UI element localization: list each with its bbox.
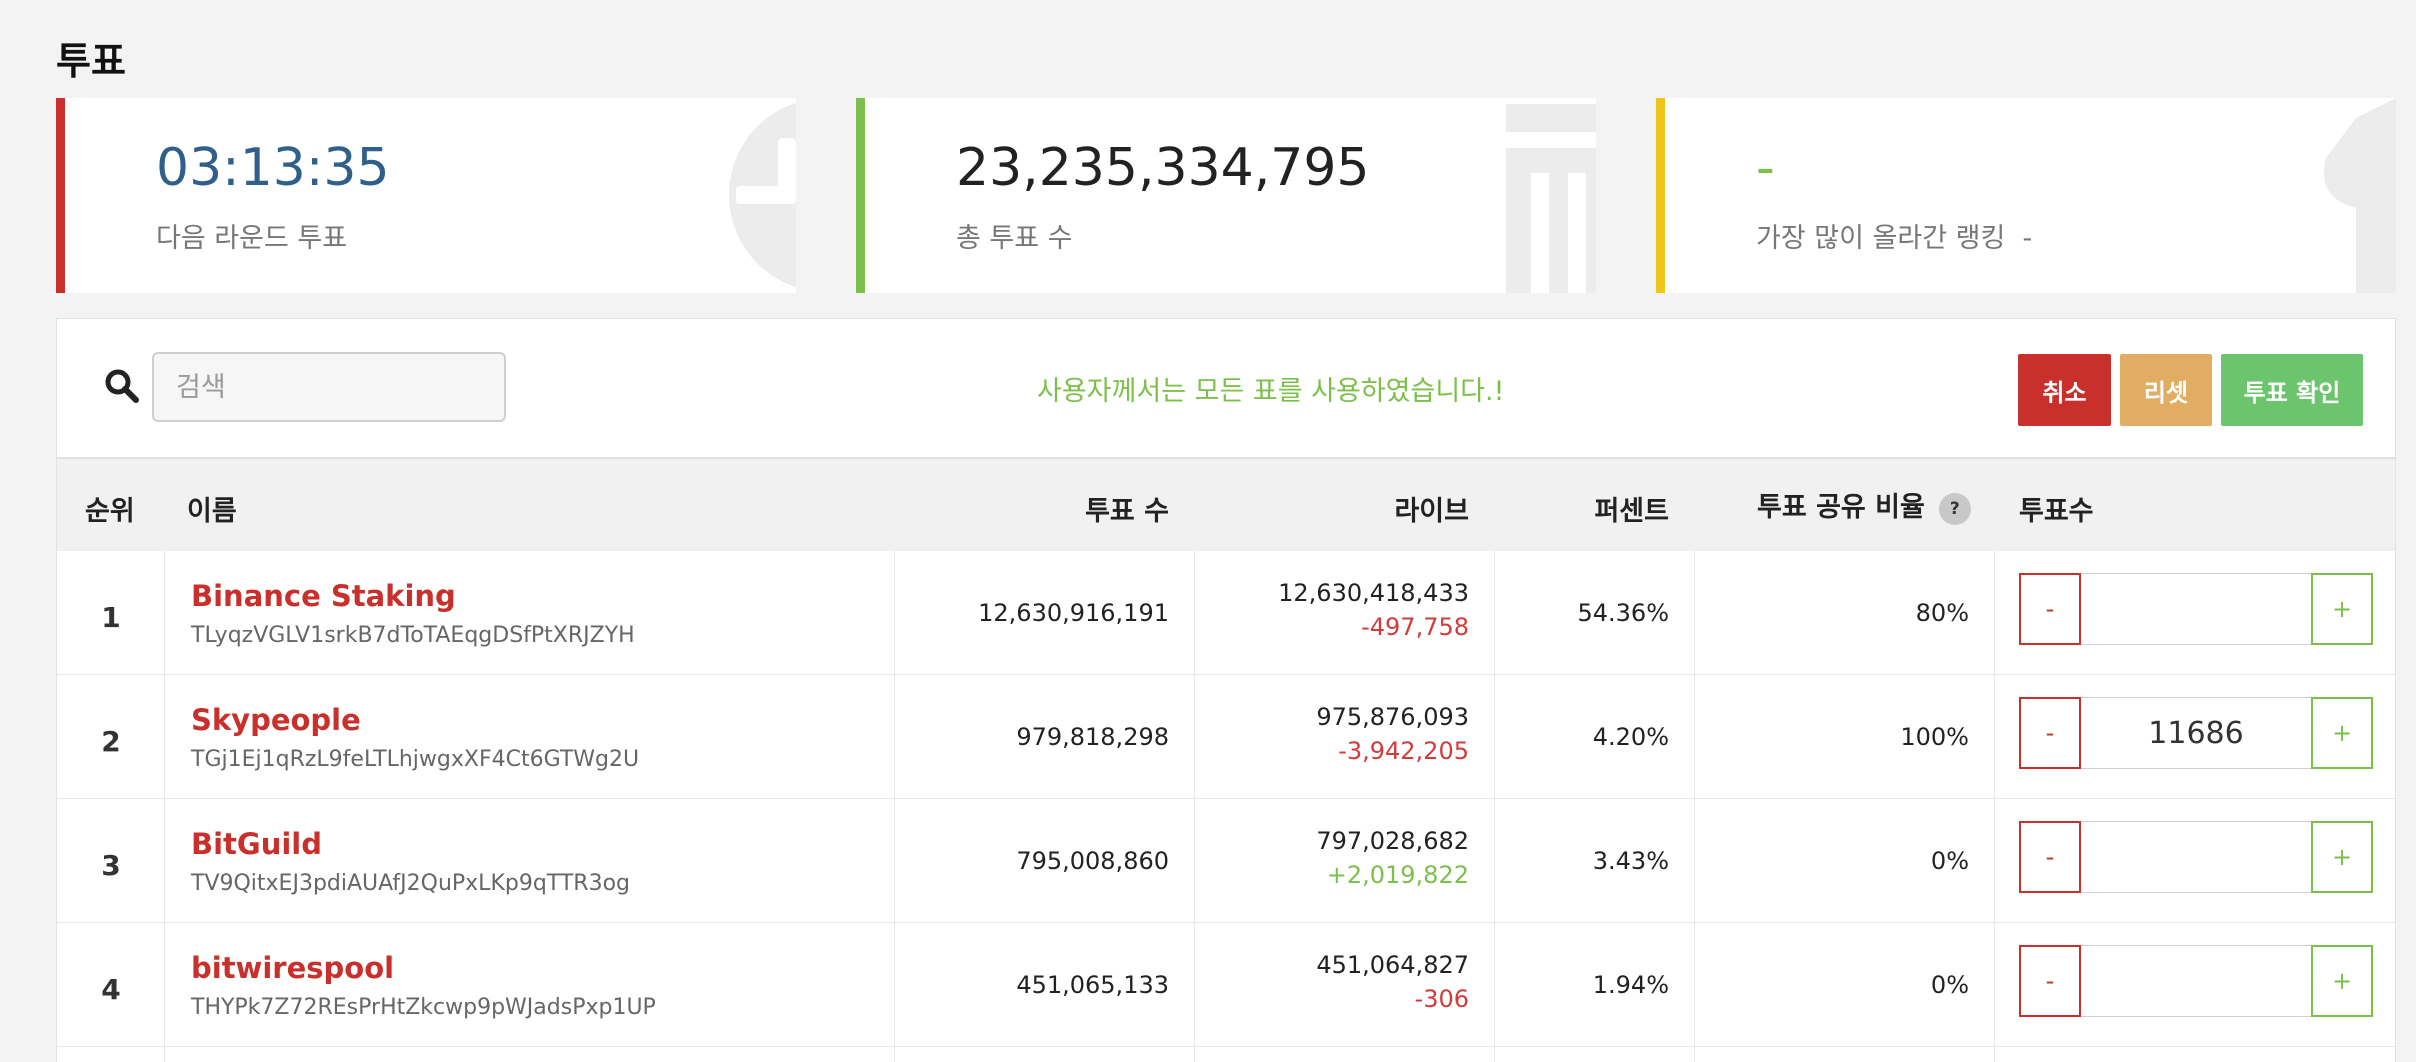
row-live: 975,876,093 (1316, 703, 1469, 731)
row-rank: 4 (101, 973, 121, 1006)
confirm-vote-button[interactable]: 투표 확인 (2221, 354, 2363, 426)
top-rising-value: - (1756, 138, 1775, 198)
row-percent: 1.94% (1592, 971, 1669, 999)
row-live: 451,064,827 (1316, 951, 1469, 979)
row-share: 0% (1930, 847, 1969, 875)
vote-stepper: - + (2019, 945, 2373, 1017)
row-percent: 3.43% (1592, 847, 1669, 875)
header-name: 이름 (187, 496, 237, 527)
header-live: 라이브 (1394, 496, 1469, 527)
next-round-card: 03:13:35 다음 라운드 투표 (56, 98, 796, 293)
increment-button[interactable]: + (2311, 945, 2373, 1017)
total-votes-card: 23,235,334,795 총 투표 수 (856, 98, 1596, 293)
table-row: 4 bitwirespool THYPk7Z72REsPrHtZkcwp9pWJ… (57, 923, 2395, 1047)
search-icon (105, 369, 139, 403)
vote-amount-input[interactable] (2081, 573, 2311, 645)
row-live-delta: -497,758 (1361, 613, 1469, 641)
decrement-button[interactable]: - (2019, 697, 2081, 769)
reset-button[interactable]: 리셋 (2120, 354, 2212, 426)
table-row: 1 Binance Staking TLyqzVGLV1srkB7dToTAEq… (57, 551, 2395, 675)
vote-amount-input[interactable] (2081, 945, 2311, 1017)
decrement-button[interactable]: - (2019, 945, 2081, 1017)
top-rising-label: 가장 많이 올라간 랭킹 - (1756, 216, 2032, 255)
vote-stepper: - + (2019, 697, 2373, 769)
total-votes-value: 23,235,334,795 (956, 138, 1370, 198)
row-votes: 451,065,133 (1016, 971, 1169, 999)
increment-button[interactable]: + (2311, 821, 2373, 893)
total-votes-label: 총 투표 수 (956, 223, 1073, 254)
card-accent-bar (1656, 98, 1665, 293)
row-address: THYPk7Z72REsPrHtZkcwp9pWJadsPxp1UP (191, 995, 656, 1020)
decrement-button[interactable]: - (2019, 821, 2081, 893)
row-share: 0% (1930, 971, 1969, 999)
vote-amount-input[interactable] (2081, 697, 2311, 769)
clock-icon (729, 102, 796, 288)
table-row: 3 BitGuild TV9QitxEJ3pdiAUAfJ2QuPxLKp9qT… (57, 799, 2395, 923)
header-share-label: 투표 공유 비율 (1757, 492, 1925, 523)
search-input[interactable] (152, 352, 506, 422)
top-rising-card: - 가장 많이 올라간 랭킹 - (1656, 98, 2396, 293)
top-rising-label-suffix: - (2022, 223, 2033, 254)
row-live-delta: -306 (1414, 985, 1469, 1013)
card-accent-bar (856, 98, 865, 293)
row-address: TGj1Ej1qRzL9feLTLhjwgxXF4Ct6GTWg2U (191, 747, 640, 772)
vote-amount-input[interactable] (2081, 821, 2311, 893)
row-live-delta: -3,942,205 (1338, 737, 1469, 765)
row-name-link[interactable]: Skypeople (191, 703, 361, 737)
row-live: 12,630,418,433 (1278, 579, 1469, 607)
cancel-button[interactable]: 취소 (2018, 354, 2111, 426)
table-header: 순위 이름 투표 수 라이브 퍼센트 투표 공유 비율? 투표수 (57, 459, 2395, 551)
increment-button[interactable]: + (2311, 697, 2373, 769)
table-row: 2 Skypeople TGj1Ej1qRzL9feLTLhjwgxXF4Ct6… (57, 675, 2395, 799)
decrement-button[interactable]: - (2019, 573, 2081, 645)
row-name-link[interactable]: Binance Staking (191, 579, 456, 613)
vote-stepper: - + (2019, 573, 2373, 645)
row-votes: 795,008,860 (1016, 847, 1169, 875)
vote-panel: 사용자께서는 모든 표를 사용하였습니다.! 취소 리셋 투표 확인 순위 이름… (56, 318, 2396, 1062)
header-share: 투표 공유 비율? (1757, 485, 1971, 525)
header-my-votes: 투표수 (2019, 496, 2094, 527)
row-live: 797,028,682 (1316, 827, 1469, 855)
row-name-link[interactable]: bitwirespool (191, 951, 394, 985)
page-title: 투표 (56, 39, 126, 83)
trophy-icon (2324, 98, 2396, 293)
votes-used-notice: 사용자께서는 모든 표를 사용하였습니다.! (1037, 376, 1505, 407)
row-name-link[interactable]: BitGuild (191, 827, 322, 861)
row-share: 100% (1900, 723, 1969, 751)
row-rank: 2 (101, 725, 121, 758)
row-address: TV9QitxEJ3pdiAUAfJ2QuPxLKp9qTTR3og (191, 871, 630, 896)
header-rank: 순위 (85, 496, 135, 527)
row-percent: 4.20% (1592, 723, 1669, 751)
row-share: 80% (1915, 599, 1969, 627)
increment-button[interactable]: + (2311, 573, 2373, 645)
ballot-box-icon (1506, 98, 1596, 293)
vote-stepper: - + (2019, 821, 2373, 893)
card-accent-bar (56, 98, 65, 293)
row-percent: 54.36% (1577, 599, 1669, 627)
header-percent: 퍼센트 (1594, 496, 1669, 527)
row-rank: 1 (101, 601, 121, 634)
row-votes: 12,630,916,191 (978, 599, 1169, 627)
row-rank: 3 (101, 849, 121, 882)
header-votes: 투표 수 (1085, 496, 1169, 527)
help-icon[interactable]: ? (1938, 492, 1971, 525)
countdown-label: 다음 라운드 투표 (156, 223, 348, 254)
row-live-delta: +2,019,822 (1326, 861, 1469, 889)
row-votes: 979,818,298 (1016, 723, 1169, 751)
toolbar: 사용자께서는 모든 표를 사용하였습니다.! 취소 리셋 투표 확인 (57, 319, 2395, 459)
countdown-value: 03:13:35 (156, 138, 390, 198)
row-address: TLyqzVGLV1srkB7dToTAEqgDSfPtXRJZYH (191, 623, 635, 648)
top-rising-label-text: 가장 많이 올라간 랭킹 (1756, 223, 2006, 254)
